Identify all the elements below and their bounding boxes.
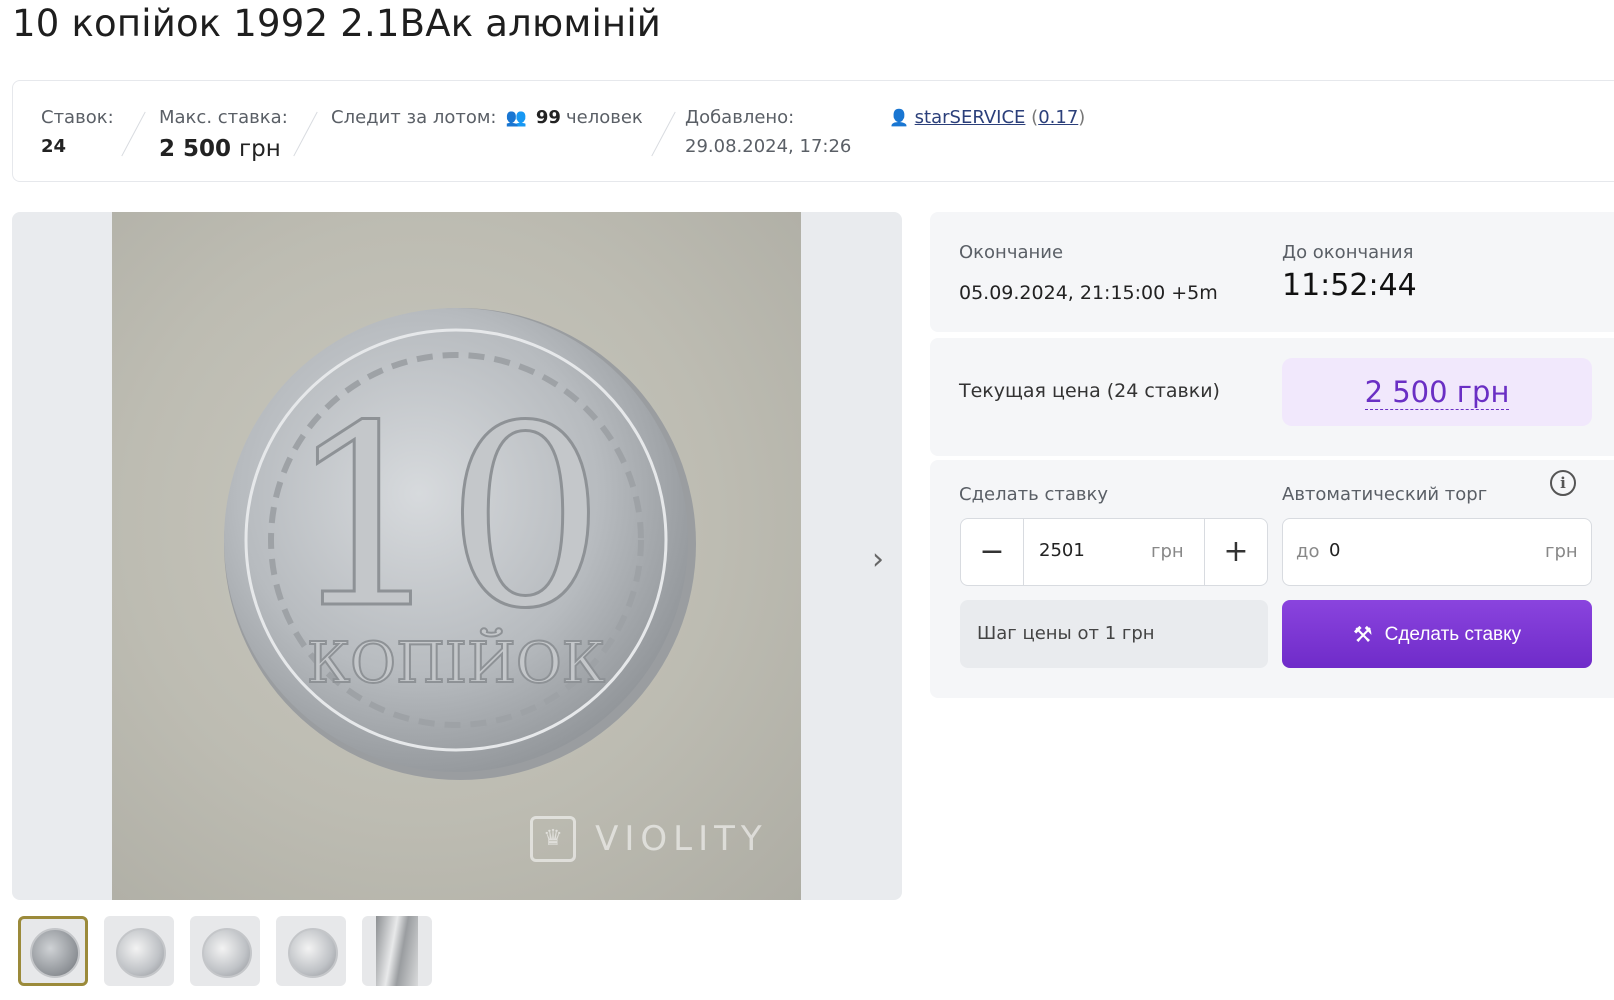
users-icon: 👥 — [505, 108, 527, 128]
max-bid-amount: 2 500 — [159, 136, 232, 162]
crown-icon: ♛ — [530, 816, 576, 862]
watching-unit: человек — [566, 107, 643, 128]
watching-count: 99 — [535, 107, 561, 128]
price-step-note: Шаг цены от 1 грн — [960, 600, 1268, 668]
info-icon[interactable]: i — [1550, 470, 1576, 496]
bid-amount-input[interactable] — [1037, 539, 1141, 562]
auto-unit: грн — [1545, 541, 1578, 562]
decrease-bid-button[interactable]: − — [961, 519, 1024, 585]
coin-image: 10 КОПІЙОК — [224, 308, 696, 780]
auto-bid-input[interactable] — [1327, 539, 1511, 562]
increase-bid-button[interactable]: + — [1204, 519, 1267, 585]
seller-block: 👤 starSERVICE (0.17) — [889, 107, 1086, 128]
divider — [293, 111, 318, 157]
bids-label: Ставок: — [41, 107, 114, 128]
coin-denomination: 10 — [287, 372, 605, 663]
current-price-box: 2 500 грн — [1282, 358, 1592, 426]
remaining-label: До окончания — [1282, 242, 1414, 263]
lot-info-bar: Ставок: 24 Макс. ставка: 2 500 грн Следи… — [12, 80, 1614, 182]
thumbnail[interactable] — [362, 916, 432, 986]
thumbnail[interactable] — [276, 916, 346, 986]
seller-link[interactable]: starSERVICE — [915, 107, 1026, 128]
thumbnail[interactable] — [190, 916, 260, 986]
added-block: Добавлено: 29.08.2024, 17:26 — [685, 107, 851, 157]
current-price-label: Текущая цена (24 ставки) — [959, 380, 1220, 402]
auto-prefix: до — [1296, 541, 1320, 562]
next-image-button[interactable]: › — [872, 542, 884, 577]
current-price-value[interactable]: 2 500 грн — [1364, 375, 1510, 410]
bid-unit: грн — [1151, 541, 1184, 562]
countdown-timer: 11:52:44 — [1282, 268, 1417, 303]
place-bid-button[interactable]: ⚒ Сделать ставку — [1282, 600, 1592, 668]
divider — [651, 111, 676, 157]
max-bid-block: Макс. ставка: 2 500 грн — [159, 107, 288, 162]
current-price-panel: Текущая цена (24 ставки) 2 500 грн — [930, 338, 1614, 456]
bid-stepper: − грн + — [960, 518, 1268, 586]
auto-bid-field: до грн — [1282, 518, 1592, 586]
added-label: Добавлено: — [685, 107, 795, 128]
place-bid-label: Сделать ставку — [1384, 624, 1522, 646]
max-bid-value: 2 500 грн — [159, 136, 288, 162]
auction-time-panel: Окончание 05.09.2024, 21:15:00 +5m До ок… — [930, 212, 1614, 332]
coin-word: КОПІЙОК — [307, 627, 605, 696]
gavel-icon: ⚒ — [1352, 622, 1373, 647]
auto-bid-label: Автоматический торг — [1282, 484, 1488, 505]
thumbnail[interactable] — [18, 916, 88, 986]
max-bid-unit: грн — [239, 136, 281, 162]
watermark: ♛ VIOLITY — [530, 816, 768, 862]
watchers-block: Следит за лотом: 👥 99 человек — [331, 107, 643, 128]
end-label: Окончание — [959, 242, 1064, 263]
divider — [121, 111, 146, 157]
bids-value: 24 — [41, 136, 67, 157]
max-bid-label: Макс. ставка: — [159, 107, 288, 128]
bids-count-block: Ставок: 24 — [41, 107, 114, 157]
make-bid-label: Сделать ставку — [959, 484, 1108, 505]
lot-photo[interactable]: 10 КОПІЙОК ♛ VIOLITY — [112, 212, 801, 900]
thumbnail[interactable] — [104, 916, 174, 986]
user-icon: 👤 — [889, 108, 909, 127]
added-value: 29.08.2024, 17:26 — [685, 136, 852, 157]
bid-panel: Сделать ставку Автоматический торг i − г… — [930, 460, 1614, 698]
watching-label: Следит за лотом: — [331, 107, 497, 128]
image-gallery: 10 КОПІЙОК ♛ VIOLITY › — [12, 212, 902, 900]
seller-rating[interactable]: 0.17 — [1038, 107, 1078, 128]
lot-title: 10 копійок 1992 2.1ВАк алюміній — [12, 2, 662, 45]
end-value: 05.09.2024, 21:15:00 +5m — [959, 282, 1218, 304]
